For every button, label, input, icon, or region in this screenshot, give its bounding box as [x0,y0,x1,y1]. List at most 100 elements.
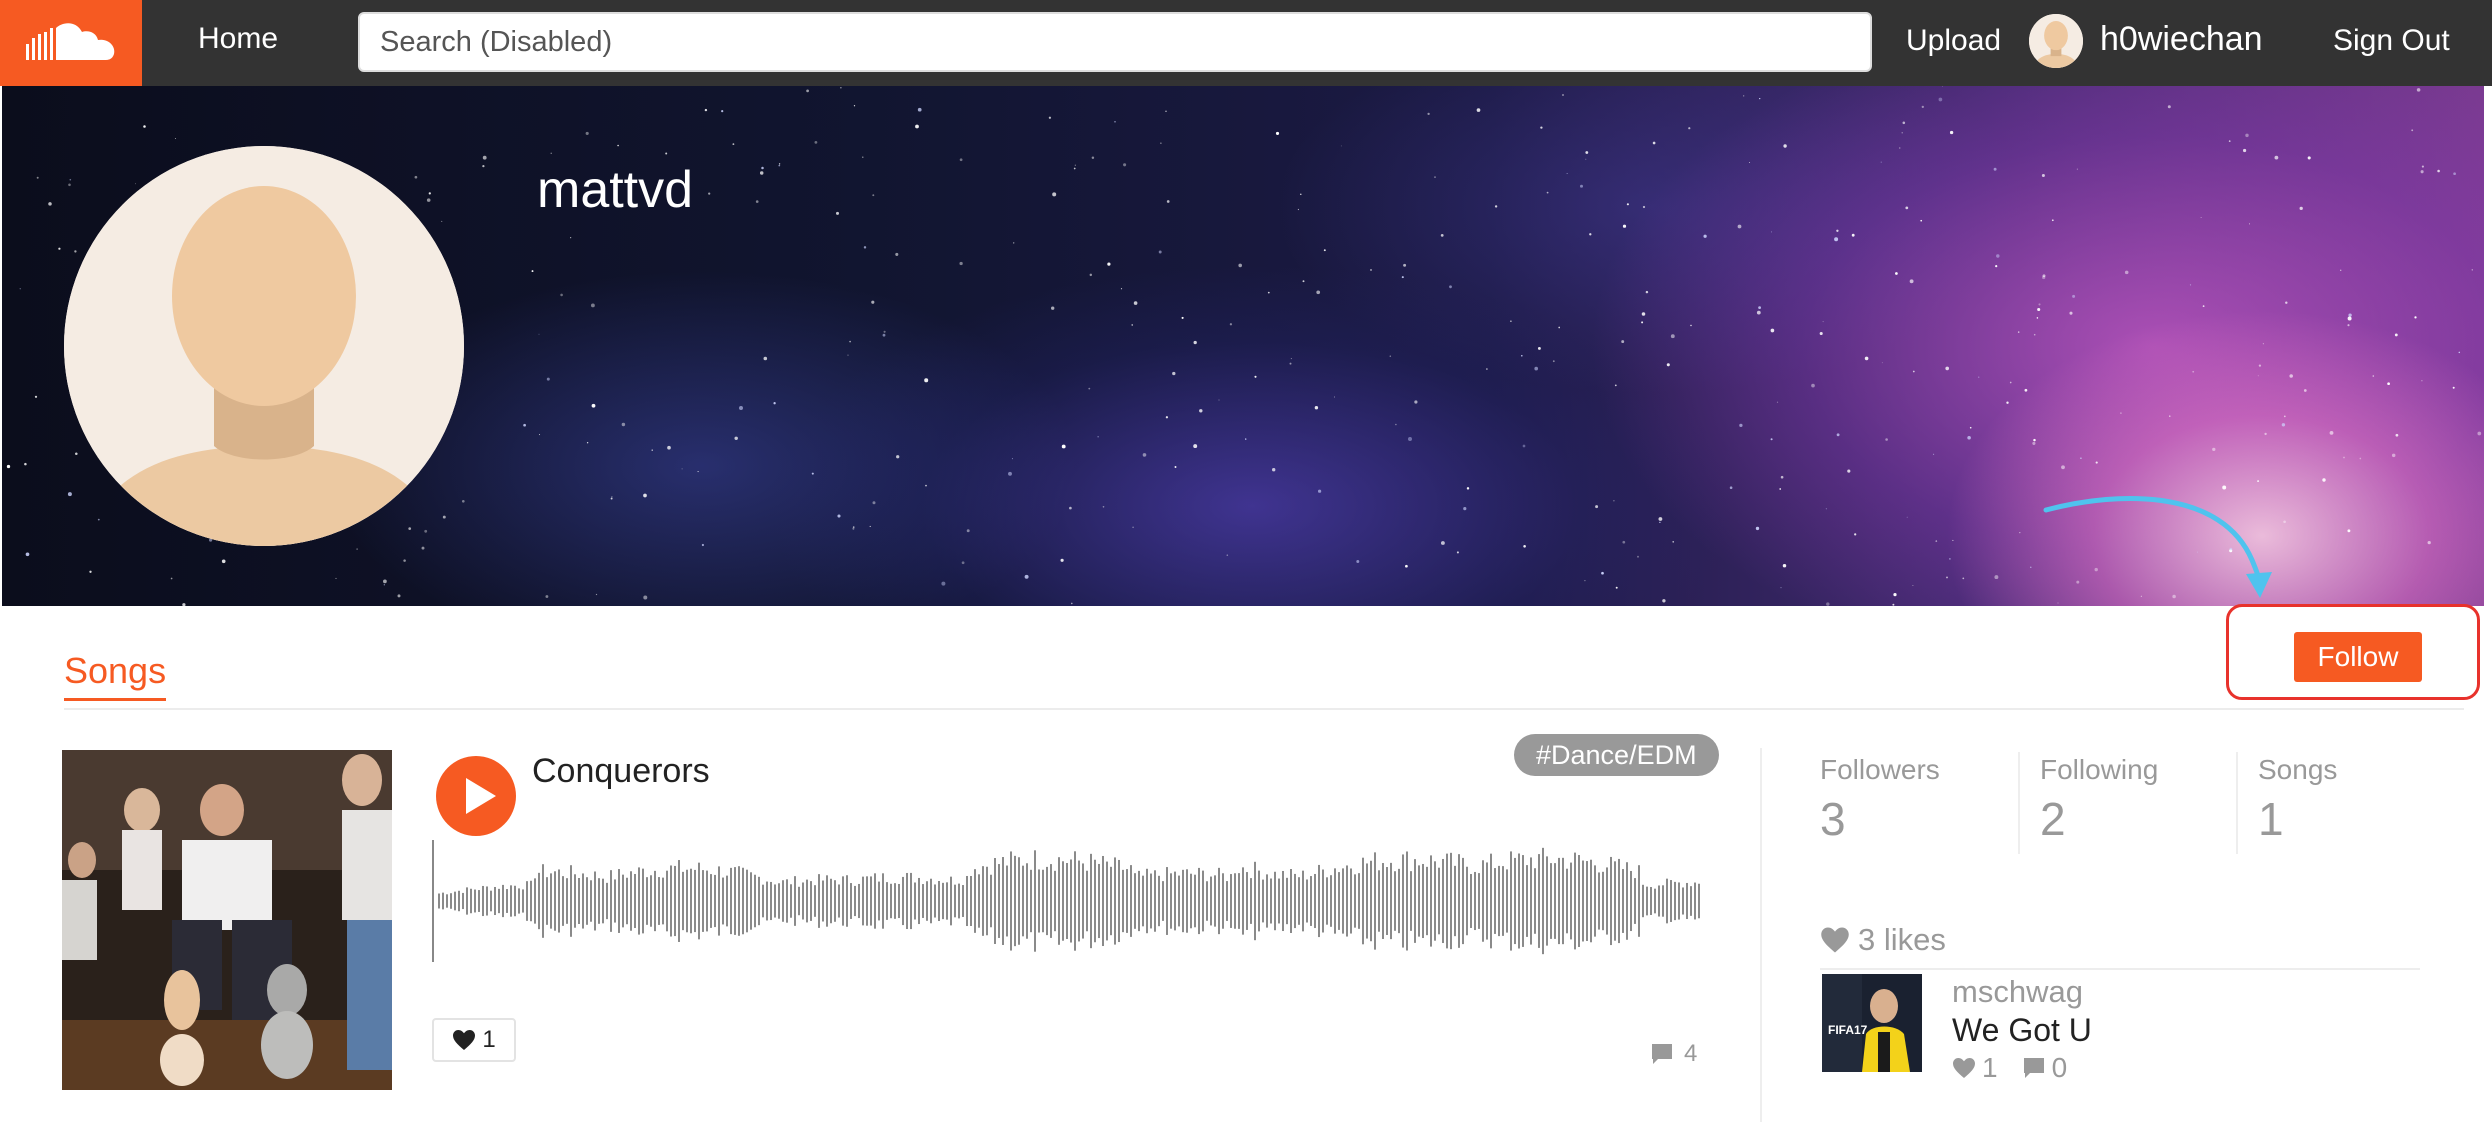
genre-tag[interactable]: #Dance/EDM [1514,734,1719,776]
star [356,548,358,550]
waveform-bar [462,892,464,910]
song-like-button[interactable]: 1 [432,1018,516,1062]
tabs-divider [64,708,2464,710]
waveform-bar [1606,867,1608,935]
star [1174,466,1177,468]
star [1945,366,1950,371]
waveform-bar [494,886,496,916]
waveform-bar [790,884,792,918]
waveform-bar [1130,865,1132,937]
waveform-bar [870,876,872,926]
waveform-bar [542,864,544,938]
play-button[interactable] [436,756,516,836]
waveform-bar [1182,869,1184,933]
waveform-bar [758,876,760,926]
star [1158,250,1162,254]
star [1995,265,1998,268]
star [704,108,708,112]
liked-song-meta: 1 0 [1952,1052,2067,1084]
waveform-bar [650,875,652,927]
song-waveform[interactable] [432,838,1704,964]
waveform-bar [1134,873,1136,929]
star [2347,316,2352,321]
stat-followers[interactable]: Followers 3 [1820,754,1940,854]
star [383,584,385,586]
liked-song-user[interactable]: mschwag [1952,974,2083,1010]
waveform-bar [1514,857,1516,945]
star [1123,163,1127,167]
search-input[interactable] [358,12,1872,72]
waveform-bar [1110,866,1112,936]
song-title[interactable]: Conquerors [532,752,710,791]
liked-song-artwork[interactable]: FIFA17 [1822,974,1922,1072]
stat-following[interactable]: Following 2 [2040,754,2158,854]
waveform-bar [966,875,968,927]
waveform-bar [662,877,664,925]
star [883,330,886,333]
star [1060,558,1064,562]
star [58,247,61,250]
star [1906,516,1908,518]
likes-header[interactable]: 3 likes [1820,922,1946,958]
tab-songs[interactable]: Songs [64,650,167,701]
waveform-bar [1522,855,1524,947]
star [170,577,173,580]
song-comments[interactable]: 4 [1650,1040,1697,1068]
star [1756,310,1761,315]
waveform-bar [1282,870,1284,932]
logo-link[interactable] [0,0,142,86]
waveform-bar [1498,865,1500,937]
star [1254,375,1257,378]
waveform-bar [502,884,504,918]
star [966,529,970,533]
nav-home-link[interactable]: Home [198,22,278,56]
stat-songs[interactable]: Songs 1 [2258,754,2337,854]
stat-followers-value: 3 [1820,793,1846,845]
waveform-bar [1442,858,1444,944]
star [1289,362,1292,365]
star [560,293,563,297]
song-artwork[interactable] [62,750,392,1090]
star [2421,165,2424,168]
waveform-bar [1114,857,1116,945]
waveform-bar [866,876,868,926]
star [1836,229,1839,232]
waveform-bar [1474,871,1476,931]
star [1073,167,1076,170]
waveform-bar [1066,863,1068,939]
user-avatar[interactable] [2029,14,2083,68]
waveform-bar [442,892,444,910]
waveform-bar [1246,872,1248,930]
liked-song-title[interactable]: We Got U [1952,1012,2092,1049]
waveform-bar [970,875,972,927]
waveform-bar [1082,863,1084,939]
star [2069,311,2073,315]
star [2192,370,2195,373]
star [1534,366,1539,371]
nav-upload-link[interactable]: Upload [1906,24,2001,58]
waveform-bar [746,869,748,933]
star [1510,320,1512,322]
star [708,192,711,195]
star [1935,540,1938,542]
follow-button[interactable]: Follow [2294,632,2422,682]
waveform-bar [850,883,852,919]
star [863,246,867,249]
waveform-bar [838,884,840,918]
star [2038,303,2041,306]
waveform-bar [694,869,696,933]
waveform-bar [1170,873,1172,929]
star [1165,416,1169,419]
waveform-bar [510,885,512,917]
star [2395,433,2399,437]
waveform-bar [942,882,944,920]
waveform-bar [1350,868,1352,934]
nav-username-link[interactable]: h0wiechan [2100,20,2263,59]
star [1780,475,1784,479]
star [1302,280,1305,283]
sign-out-link[interactable]: Sign Out [2333,24,2450,58]
star [34,395,38,398]
waveform-bar [726,875,728,927]
star [1522,444,1526,448]
waveform-bar [1354,874,1356,928]
